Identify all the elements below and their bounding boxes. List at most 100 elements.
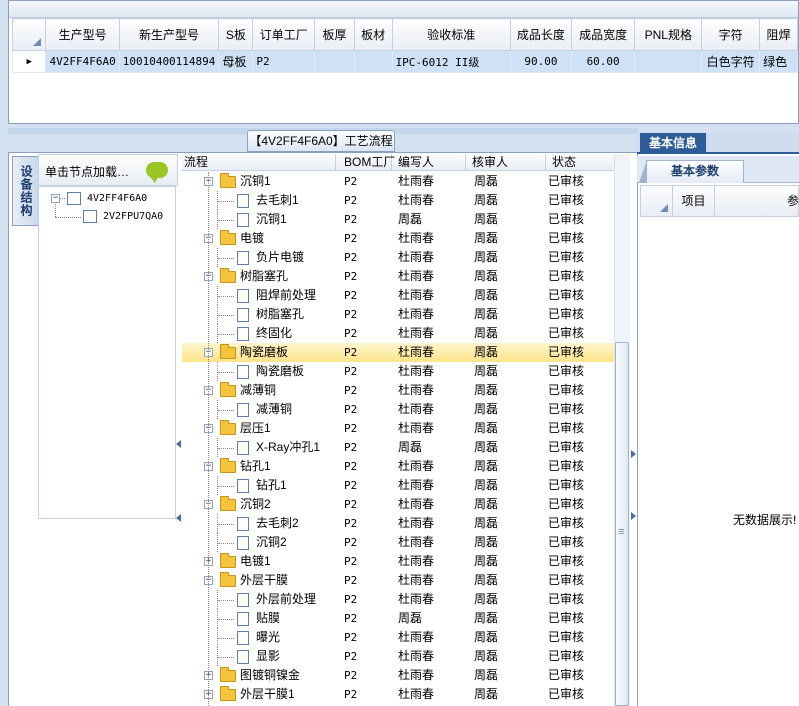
table-row[interactable]: 负片电镀 P2 杜雨春 周磊 已审核: [182, 248, 614, 267]
table-row[interactable]: + 外层干膜1 P2 杜雨春 周磊 已审核: [182, 685, 614, 704]
table-row[interactable]: 显影 P2 杜雨春 周磊 已审核: [182, 647, 614, 666]
col-header-solder-mask[interactable]: 阻焊: [759, 18, 798, 51]
col-header-status[interactable]: 状态: [546, 154, 614, 171]
col-header-item[interactable]: 项目: [673, 186, 715, 216]
collapse-handle-right[interactable]: [631, 450, 637, 520]
col-header-length[interactable]: 成品长度: [510, 18, 572, 51]
col-header-s-board[interactable]: S板: [218, 18, 254, 51]
status-cell: 已审核: [548, 630, 585, 644]
col-header-flow[interactable]: 流程: [182, 154, 336, 171]
tree-node[interactable]: 2V2FPU7QA0: [83, 209, 163, 225]
bom-factory-cell: P2: [344, 555, 358, 568]
tree-connector: [218, 543, 234, 544]
cell-new-model[interactable]: 10010400114894: [118, 50, 220, 73]
tab-device-structure[interactable]: 设备结构: [12, 156, 38, 226]
cell-length[interactable]: 90.00: [510, 50, 572, 73]
table-row[interactable]: − 陶瓷磨板 P2 杜雨春 周磊 已审核: [182, 343, 614, 362]
table-row[interactable]: − 树脂塞孔 P2 杜雨春 周磊 已审核: [182, 267, 614, 286]
table-row[interactable]: 曝光 P2 杜雨春 周磊 已审核: [182, 628, 614, 647]
folder-icon: [220, 686, 236, 701]
tab-basic-info[interactable]: 基本信息: [640, 133, 706, 154]
status-cell: 已审核: [548, 231, 585, 245]
table-row[interactable]: 阻焊前处理 P2 杜雨春 周磊 已审核: [182, 286, 614, 305]
table-row[interactable]: 贴膜 P2 周磊 周磊 已审核: [182, 609, 614, 628]
table-row[interactable]: − 电镀 P2 杜雨春 周磊 已审核: [182, 229, 614, 248]
cell-acceptance-standard[interactable]: IPC-6012 II级: [391, 50, 512, 73]
col-header-material[interactable]: 板材: [353, 18, 393, 51]
document-icon: [237, 650, 249, 664]
table-row[interactable]: + 电镀1 P2 杜雨春 周磊 已审核: [182, 552, 614, 571]
writer-cell: 杜雨春: [398, 573, 435, 587]
grid-corner-header[interactable]: [11, 18, 47, 51]
col-header-model[interactable]: 生产型号: [45, 18, 120, 51]
col-header-thickness[interactable]: 板厚: [314, 18, 355, 51]
table-row[interactable]: − 沉铜2 P2 杜雨春 周磊 已审核: [182, 495, 614, 514]
speech-bubble-icon[interactable]: [146, 162, 168, 183]
bom-factory-cell: P2: [344, 403, 358, 416]
cell-width[interactable]: 60.00: [570, 50, 636, 73]
cell-s-board[interactable]: 母板: [218, 50, 254, 73]
cell-thickness[interactable]: [314, 50, 355, 73]
col-header-bom-factory[interactable]: BOM工厂: [336, 154, 395, 171]
table-row[interactable]: 陶瓷磨板 P2 杜雨春 周磊 已审核: [182, 362, 614, 381]
cell-material[interactable]: [353, 50, 393, 73]
process-scrollbar-thumb[interactable]: [615, 342, 629, 706]
bom-factory-cell: P2: [344, 175, 358, 188]
col-header-pnl-spec[interactable]: PNL规格: [634, 18, 703, 51]
writer-cell: 杜雨春: [398, 307, 435, 321]
table-row[interactable]: − 外层干膜 P2 杜雨春 周磊 已审核: [182, 571, 614, 590]
table-row[interactable]: − 减薄铜 P2 杜雨春 周磊 已审核: [182, 381, 614, 400]
reviewer-cell: 周磊: [474, 668, 499, 682]
grid-corner-header[interactable]: [641, 186, 673, 216]
bom-factory-cell: P2: [344, 612, 358, 625]
bom-factory-cell: P2: [344, 441, 358, 454]
document-icon: [237, 194, 249, 208]
document-icon: [237, 308, 249, 322]
subtab-basic-params[interactable]: 基本参数: [639, 160, 744, 183]
col-header-acceptance-standard[interactable]: 验收标准: [391, 18, 512, 51]
cell-pnl-spec[interactable]: [634, 50, 703, 73]
table-row[interactable]: + 图镀铜镍金 P2 杜雨春 周磊 已审核: [182, 666, 614, 685]
status-cell: 已审核: [548, 573, 585, 587]
table-row[interactable]: ▶ 4V2FF4F6A0 10010400114894 母板 P2 IPC-60…: [11, 50, 798, 73]
top-grid-toolbar-strip: [9, 1, 798, 18]
cell-model[interactable]: 4V2FF4F6A0: [45, 50, 120, 73]
col-header-character[interactable]: 字符: [701, 18, 761, 51]
table-row[interactable]: X-Ray冲孔1 P2 周磊 周磊 已审核: [182, 438, 614, 457]
cell-solder-mask[interactable]: 绿色: [759, 50, 798, 73]
process-step-name: 树脂塞孔: [240, 269, 289, 283]
table-row[interactable]: − 层压1 P2 杜雨春 周磊 已审核: [182, 419, 614, 438]
status-cell: 已审核: [548, 421, 585, 435]
writer-cell: 周磊: [398, 440, 423, 454]
structure-header: 单击节点加载…: [38, 154, 178, 186]
table-row[interactable]: 钻孔1 P2 杜雨春 周磊 已审核: [182, 476, 614, 495]
folder-icon: [220, 458, 236, 473]
col-header-param[interactable]: 参数: [787, 186, 799, 216]
document-icon: [237, 289, 249, 303]
tree-expander-icon[interactable]: −: [51, 194, 60, 203]
table-row[interactable]: 去毛刺1 P2 杜雨春 周磊 已审核: [182, 191, 614, 210]
col-header-reviewer[interactable]: 核审人: [466, 154, 546, 171]
table-row[interactable]: 减薄铜 P2 杜雨春 周磊 已审核: [182, 400, 614, 419]
document-icon: [237, 327, 249, 341]
table-row[interactable]: 终固化 P2 杜雨春 周磊 已审核: [182, 324, 614, 343]
col-header-width[interactable]: 成品宽度: [570, 18, 636, 51]
bom-factory-cell: P2: [344, 308, 358, 321]
table-row[interactable]: − 沉铜1 P2 杜雨春 周磊 已审核: [182, 172, 614, 191]
reviewer-cell: 周磊: [474, 231, 499, 245]
cell-order-factory[interactable]: P2: [252, 50, 316, 73]
col-header-new-model[interactable]: 新生产型号: [118, 18, 220, 51]
cell-character[interactable]: 白色字符: [701, 50, 761, 73]
status-cell: 已审核: [548, 611, 585, 625]
table-row[interactable]: − 钻孔1 P2 杜雨春 周磊 已审核: [182, 457, 614, 476]
table-row[interactable]: 外层前处理 P2 杜雨春 周磊 已审核: [182, 590, 614, 609]
table-row[interactable]: 去毛刺2 P2 杜雨春 周磊 已审核: [182, 514, 614, 533]
reviewer-cell: 周磊: [474, 535, 499, 549]
param-grid-header: 项目 参数: [640, 185, 799, 217]
table-row[interactable]: 树脂塞孔 P2 杜雨春 周磊 已审核: [182, 305, 614, 324]
table-row[interactable]: 沉铜1 P2 周磊 周磊 已审核: [182, 210, 614, 229]
table-row[interactable]: 沉铜2 P2 杜雨春 周磊 已审核: [182, 533, 614, 552]
col-header-order-factory[interactable]: 订单工厂: [252, 18, 316, 51]
col-header-writer[interactable]: 编写人: [392, 154, 466, 171]
tree-node[interactable]: 4V2FF4F6A0: [67, 191, 147, 207]
